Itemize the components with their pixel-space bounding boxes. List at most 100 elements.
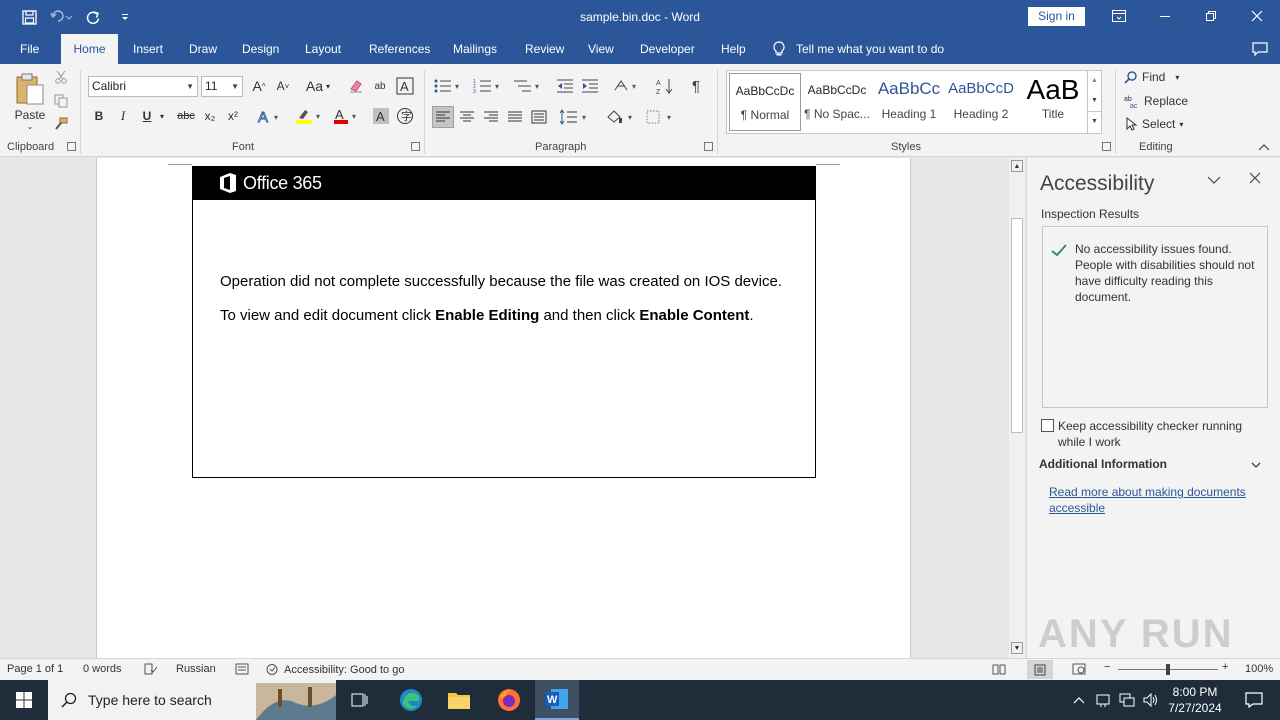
numbering-icon[interactable]: 1 2 3 ▾ [472,76,504,96]
tab-developer[interactable]: Developer [632,34,703,64]
show-formatting-marks-button[interactable]: ¶ [686,76,706,96]
sort-icon[interactable]: AZ [655,76,675,96]
tab-help[interactable]: Help [713,34,754,64]
tell-me-box[interactable]: Tell me what you want to do [772,34,944,64]
align-left-icon[interactable] [432,106,454,128]
tab-layout[interactable]: Layout [297,34,349,64]
print-layout-icon[interactable] [1027,660,1053,679]
superscript-button[interactable]: x² [224,106,242,126]
paste-button[interactable]: Paste ⌄ [10,68,50,134]
tab-design[interactable]: Design [234,34,287,64]
character-shading-icon[interactable]: A [371,106,391,126]
decrease-indent-icon[interactable] [555,76,575,96]
cut-icon[interactable] [52,68,70,86]
underline-button[interactable]: U [138,106,156,126]
ribbon-display-options-icon[interactable] [1096,0,1142,32]
word-taskbar-icon[interactable]: W [535,680,579,720]
vertical-scrollbar[interactable]: ▲ ▼ [1009,158,1025,658]
tab-file[interactable]: File [12,34,47,64]
align-right-icon[interactable] [481,106,501,128]
additional-information-header[interactable]: Additional Information [1039,457,1167,471]
clear-formatting-icon[interactable] [346,76,366,96]
notifications-icon[interactable] [1232,684,1276,716]
grow-font-button[interactable]: A ^ [250,76,268,96]
asian-layout-icon[interactable]: ▾ [612,76,642,96]
scroll-down-icon[interactable]: ▼ [1088,91,1101,111]
align-center-icon[interactable] [457,106,477,128]
pane-options-icon[interactable] [1207,174,1223,190]
pane-close-icon[interactable] [1249,172,1265,188]
underline-dropdown-icon[interactable]: ▾ [156,106,168,126]
windows-start-icon[interactable] [2,684,46,716]
keep-running-checkbox[interactable] [1041,419,1054,432]
select-button[interactable]: Select ▾ [1124,117,1183,131]
distributed-icon[interactable] [529,106,549,128]
font-name-box[interactable]: Calibri ▼ [88,76,198,97]
style-normal[interactable]: AaBbCcDc ¶ Normal [729,73,801,131]
character-border-icon[interactable]: A [395,76,415,96]
borders-icon[interactable]: ▾ [644,106,678,128]
font-size-box[interactable]: 11 ▼ [201,76,243,97]
edge-browser-icon[interactable] [389,684,433,716]
scroll-up-icon[interactable]: ▲ [1011,160,1023,172]
styles-launcher-icon[interactable] [1102,142,1111,151]
zoom-out-button[interactable]: − [1104,661,1110,673]
tab-mailings[interactable]: Mailings [445,34,505,64]
enclose-characters-icon[interactable]: 字 [395,106,415,126]
proofing-icon[interactable] [144,663,158,678]
phonetic-guide-icon[interactable]: ab [370,76,390,96]
accessibility-status[interactable]: Accessibility: Good to go [265,663,404,676]
tab-references[interactable]: References [361,34,438,64]
change-case-button[interactable]: Aa ▾ [302,76,334,96]
style-heading-1[interactable]: AaBbCc Heading 1 [873,73,945,131]
network-drive-icon[interactable] [1092,684,1114,716]
zoom-in-button[interactable]: + [1222,661,1228,673]
tab-review[interactable]: Review [517,34,572,64]
style-heading-2[interactable]: AaBbCcD Heading 2 [945,73,1017,131]
find-button[interactable]: Find ▾ [1124,70,1179,84]
paragraph-launcher-icon[interactable] [704,142,713,151]
macro-recording-icon[interactable] [235,663,249,678]
read-mode-icon[interactable] [992,663,1006,678]
font-launcher-icon[interactable] [411,142,420,151]
styles-gallery-scroll[interactable]: ▲ ▼ ▼ [1087,71,1101,133]
scrollbar-thumb[interactable] [1011,218,1023,433]
network-icon[interactable] [1116,684,1138,716]
show-hidden-icons-icon[interactable] [1068,684,1090,716]
shrink-font-button[interactable]: A ˅ [274,76,292,96]
restore-icon[interactable] [1188,0,1234,32]
style-title[interactable]: AaB Title [1017,73,1089,131]
tab-draw[interactable]: Draw [181,34,225,64]
strikethrough-button[interactable]: abc [174,106,198,126]
word-count[interactable]: 0 words [83,663,122,675]
minimize-icon[interactable] [1142,0,1188,32]
file-explorer-icon[interactable] [437,684,481,716]
firefox-icon[interactable] [487,684,531,716]
font-color-icon[interactable]: A ▾ [331,106,361,126]
close-icon[interactable] [1234,0,1280,32]
highlight-color-icon[interactable]: ▾ [292,106,326,126]
paste-dropdown-icon[interactable]: ⌄ [27,122,34,131]
scroll-down-icon[interactable]: ▼ [1011,642,1023,654]
sign-in-button[interactable]: Sign in [1028,7,1085,26]
collapse-ribbon-icon[interactable] [1256,140,1272,154]
chevron-down-icon[interactable] [1251,458,1265,470]
bold-button[interactable]: B [90,106,108,126]
taskbar-search-box[interactable]: Type here to search [48,680,336,720]
replace-button[interactable]: ab ac Replace [1124,94,1188,108]
volume-icon[interactable] [1140,684,1162,716]
read-more-link[interactable]: Read more about making documents accessi… [1049,484,1259,516]
increase-indent-icon[interactable] [580,76,600,96]
comments-icon[interactable] [1244,34,1270,64]
justify-icon[interactable] [505,106,525,128]
tab-view[interactable]: View [580,34,622,64]
page-count[interactable]: Page 1 of 1 [7,663,63,675]
clipboard-launcher-icon[interactable] [67,142,76,151]
tab-home[interactable]: Home [61,34,118,64]
line-spacing-icon[interactable]: ▾ [558,106,592,128]
zoom-level[interactable]: 100% [1245,663,1273,675]
tab-insert[interactable]: Insert [125,34,171,64]
language[interactable]: Russian [176,663,216,675]
task-view-icon[interactable] [338,684,382,716]
copy-icon[interactable] [52,92,70,110]
